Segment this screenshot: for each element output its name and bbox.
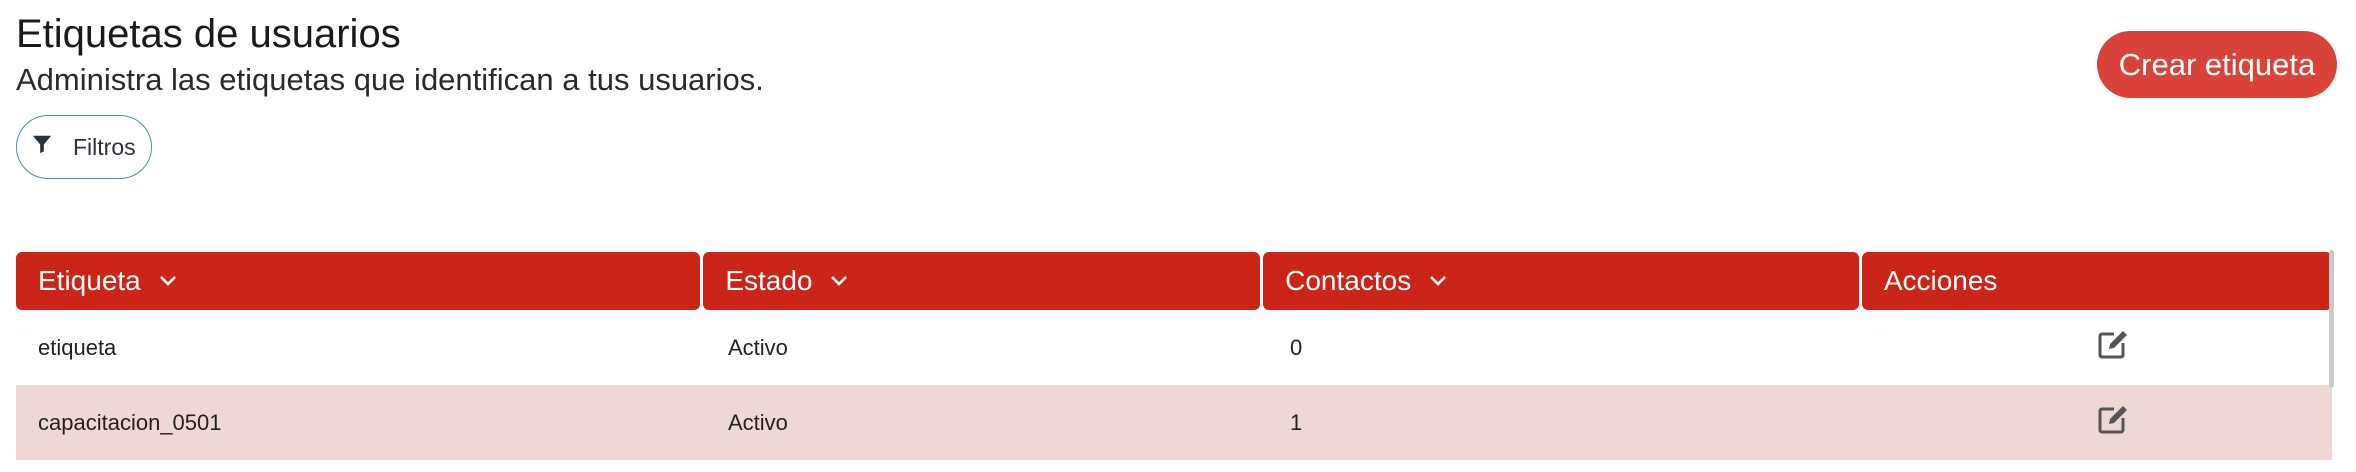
edit-icon[interactable]	[2094, 402, 2130, 444]
column-header-etiqueta[interactable]: Etiqueta	[16, 252, 701, 310]
page-title: Etiquetas de usuarios	[16, 12, 401, 56]
column-label: Acciones	[1883, 265, 1998, 296]
column-header-acciones: Acciones	[1861, 252, 2332, 310]
column-label: Estado	[725, 265, 813, 296]
column-label: Etiqueta	[38, 265, 141, 296]
cell-contactos: 0	[1290, 334, 1303, 360]
column-header-contactos[interactable]: Contactos	[1263, 252, 1859, 310]
chevron-down-icon	[831, 276, 848, 286]
table-row: etiqueta Activo 0	[16, 310, 2332, 385]
column-header-estado[interactable]: Estado	[703, 252, 1261, 310]
tags-table: Etiqueta Estado Contactos Acciones etiqu…	[16, 252, 2332, 460]
page-subtitle: Administra las etiquetas que identifican…	[16, 62, 764, 97]
filters-button[interactable]: Filtros	[16, 115, 152, 179]
create-tag-button[interactable]: Crear etiqueta	[2097, 31, 2337, 98]
table-scrollbar[interactable]	[2329, 250, 2334, 388]
column-label: Contactos	[1285, 265, 1412, 296]
edit-icon[interactable]	[2094, 327, 2130, 369]
table-header: Etiqueta Estado Contactos Acciones	[16, 252, 2332, 310]
cell-etiqueta: etiqueta	[38, 334, 117, 360]
chevron-down-icon	[1430, 276, 1447, 286]
cell-estado: Activo	[728, 334, 788, 360]
chevron-down-icon	[159, 276, 176, 286]
cell-contactos: 1	[1290, 409, 1303, 435]
cell-etiqueta: capacitacion_0501	[38, 409, 222, 435]
filters-label: Filtros	[73, 133, 136, 160]
filter-icon	[31, 133, 53, 161]
cell-estado: Activo	[728, 409, 788, 435]
table-row: capacitacion_0501 Activo 1	[16, 385, 2332, 460]
